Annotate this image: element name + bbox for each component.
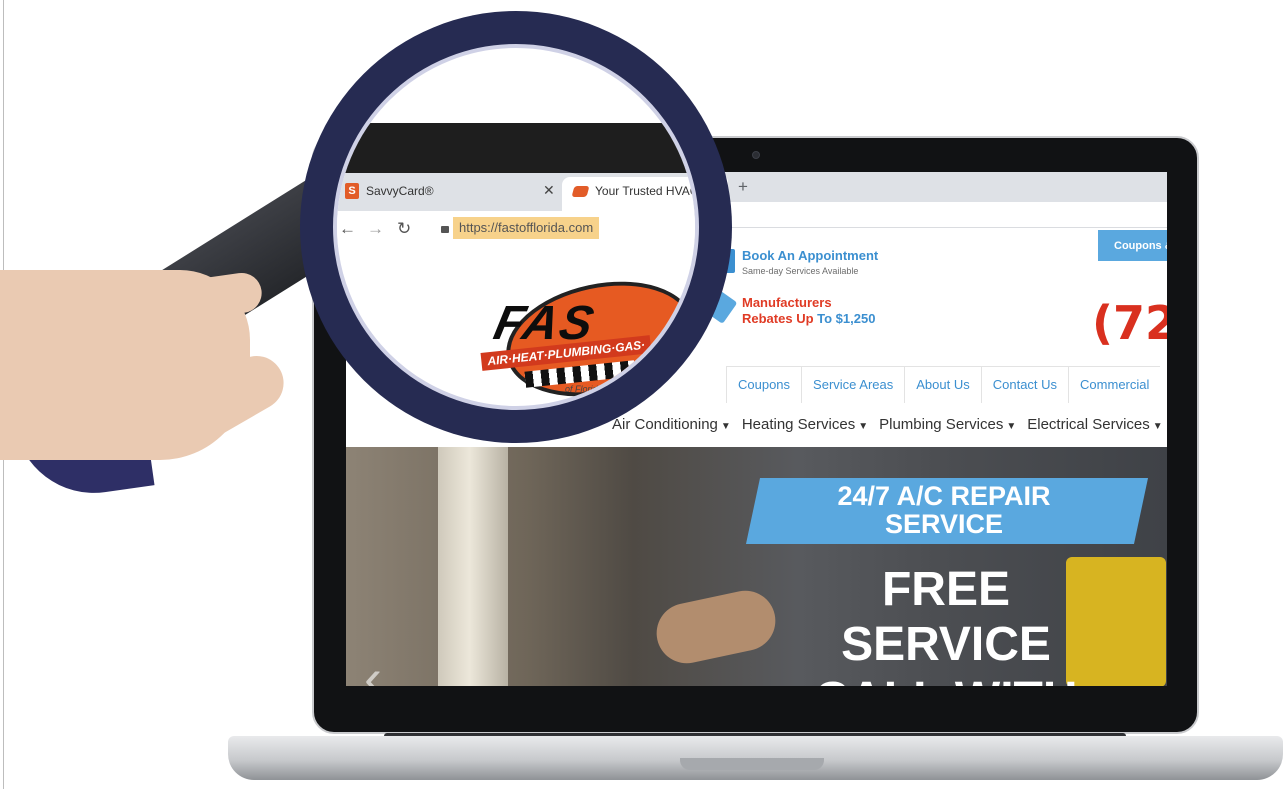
fast-logo-subtext: of Florida [565,384,603,394]
forward-arrow-icon[interactable]: → [367,219,384,239]
hero-headline-line1: FREE [881,563,1010,616]
mainnav-label: Air Conditioning [612,416,718,433]
book-appointment-subtitle: Same-day Services Available [742,266,859,276]
book-appointment-link[interactable]: Book An Appointment [742,248,878,263]
webcam-icon [752,151,760,159]
secnav-item-about-us[interactable]: About Us [904,367,980,403]
rebates-line2[interactable]: Rebates Up To $1,250 [742,311,875,326]
laptop-notch [680,758,824,770]
mainnav-heating-services[interactable]: Heating Services ▼ [742,416,868,433]
mainnav-air-conditioning[interactable]: Air Conditioning ▼ [612,416,731,433]
hero-headline-line3: CALL WITH [766,672,1126,686]
secnav-item-contact-us[interactable]: Contact Us [980,367,1068,403]
close-tab-icon[interactable]: ✕ [543,182,555,199]
caret-down-icon: ▼ [858,421,869,432]
coupons-tab-button[interactable]: Coupons & [1098,230,1167,261]
secnav-item-service-areas[interactable]: Service Areas [801,367,904,403]
hero-technician-hands-image [651,585,781,669]
mainnav-plumbing-services[interactable]: Plumbing Services ▼ [879,416,1016,433]
hero-banner-line2: SERVICE [884,509,1004,539]
magnifier-lens: S SavvyCard® ✕ Your Trusted HVAC ← → ↻ h… [333,44,699,410]
rebates-line2-prefix: Rebates Up [742,311,814,326]
secondary-nav: Coupons Service Areas About Us Contact U… [726,366,1161,403]
reload-icon[interactable]: ↻ [397,219,411,239]
slider-prev-arrow-icon[interactable]: ‹ [364,647,382,686]
hero-downspout-image [438,447,508,686]
url-field[interactable]: https://fastofflorida.com [453,217,600,239]
tab-savvycard[interactable]: SavvyCard® [366,184,434,198]
hero-headline-line2: SERVICE [841,618,1051,671]
tab-your-trusted-hvac[interactable]: Your Trusted HVAC [595,184,695,198]
savvycard-icon: S [345,183,359,199]
mainnav-label: Plumbing Services [879,416,1004,433]
rebates-line2-suffix: To $1,250 [817,311,876,326]
mainnav-label: Electrical Services [1027,416,1150,433]
lock-icon [441,226,449,233]
lens-tabbar: S SavvyCard® ✕ Your Trusted HVAC [337,173,695,211]
mainnav-electrical-services[interactable]: Electrical Services ▼ [1027,416,1162,433]
secnav-item-commercial[interactable]: Commercial [1068,367,1160,403]
new-tab-button[interactable]: + [738,177,748,197]
hero-banner-line1: 24/7 A/C REPAIR [837,481,1051,511]
caret-down-icon: ▼ [1152,421,1163,432]
main-nav: Air Conditioning ▼ Heating Services ▼ Plum… [612,416,1163,433]
caret-down-icon: ▼ [1006,421,1017,432]
hero-slider: 24/7 A/C REPAIR SERVICE FREE SERVICE CAL… [346,447,1167,686]
lens-window-titlebar [337,123,695,173]
rebates-line1[interactable]: Manufacturers [742,295,832,310]
caret-down-icon: ▼ [720,421,731,432]
secnav-item-coupons[interactable]: Coupons [726,367,801,403]
mainnav-label: Heating Services [741,416,856,433]
phone-number[interactable]: (72 [1092,296,1167,350]
back-arrow-icon[interactable]: ← [339,219,356,239]
lens-addressbar: ← → ↻ https://fastofflorida.com [337,211,695,247]
